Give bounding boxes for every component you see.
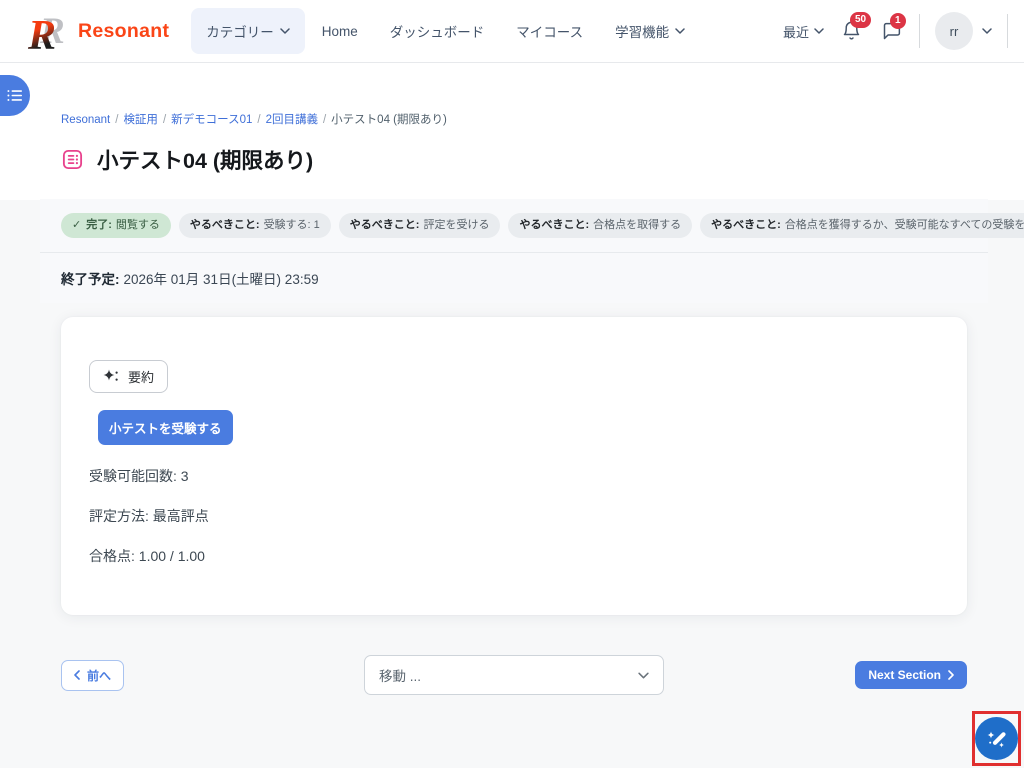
chevron-down-icon [982,28,992,34]
notifications-button[interactable]: 50 [839,20,864,42]
jump-to-select[interactable]: 移動 ... [364,655,664,695]
todo-badge-pass-or-exhaust: やるべきこと:合格点を獲得するか、受験可能なすべての受験を完了する [700,213,1024,238]
chevron-down-icon [814,28,824,34]
breadcrumb-link-category[interactable]: 検証用 [123,114,158,126]
chevron-down-icon [280,28,290,34]
activity-info-band: ✓ 完了:閲覧する やるべきこと:受験する: 1 やるべきこと:評定を受ける や… [40,199,988,303]
primary-nav: カテゴリー Home ダッシュボード マイコース 学習機能 [191,8,700,54]
message-count-badge: 1 [890,13,906,29]
open-course-index-button[interactable] [0,75,30,116]
todo-badge-passing-grade: やるべきこと:合格点を取得する [508,213,692,238]
nav-item-dashboard[interactable]: ダッシュボード [375,8,500,54]
svg-text:R: R [27,13,56,54]
check-icon: ✓ [72,219,81,232]
notification-count-badge: 50 [850,12,871,28]
chevron-right-icon [948,670,954,680]
ai-summary-button[interactable]: 要約 [89,360,168,393]
recent-dropdown[interactable]: 最近 [783,22,824,41]
chevron-left-icon [74,670,80,680]
activity-footer-nav: 前へ 移動 ... Next Section [61,655,967,695]
messages-button[interactable]: 1 [879,21,904,42]
todo-badge-grade: やるべきこと:評定を受ける [339,213,501,238]
attempt-quiz-button[interactable]: 小テストを受験する [98,410,233,445]
breadcrumb-link-section[interactable]: 2回目講義 [266,114,318,126]
nav-item-categories[interactable]: カテゴリー [191,8,305,54]
nav-item-mycourses[interactable]: マイコース [501,8,598,54]
todo-badge-attempt: やるべきこと:受験する: 1 [179,213,331,238]
breadcrumb-link-course[interactable]: 新デモコース01 [171,114,252,126]
breadcrumb-link-home[interactable]: Resonant [61,114,110,126]
quiz-card: 要約 小テストを受験する 受験可能回数: 3 評定方法: 最高評点 合格点: 1… [61,317,967,615]
breadcrumb-current: 小テスト04 (期限あり) [331,114,447,126]
completion-badges-row: ✓ 完了:閲覧する やるべきこと:受験する: 1 やるべきこと:評定を受ける や… [40,199,988,252]
deadline-value: 2026年 01月 31日(土曜日) 23:59 [124,272,319,287]
brand-mark-icon: R R [27,8,69,54]
grading-method: 評定方法: 最高評点 [89,506,939,526]
annotation-highlight [972,711,1021,766]
completion-badge-done: ✓ 完了:閲覧する [61,213,171,238]
brand-name: Resonant [78,20,169,43]
divider [1007,14,1008,48]
magic-wand-icon [984,726,1010,752]
main-content: Resonant/検証用/新デモコース01/2回目講義/小テスト04 (期限あり… [0,111,1024,695]
divider [919,14,920,48]
brand-logo[interactable]: R R Resonant [27,8,169,54]
avatar: rr [935,12,973,50]
sparkle-icon [103,369,120,384]
attempts-allowed: 受験可能回数: 3 [89,466,939,486]
quiz-info: 受験可能回数: 3 評定方法: 最高評点 合格点: 1.00 / 1.00 [89,466,939,566]
breadcrumb: Resonant/検証用/新デモコース01/2回目講義/小テスト04 (期限あり… [61,111,967,127]
chevron-down-icon [675,28,685,34]
quiz-icon [61,148,84,171]
nav-item-learning-features[interactable]: 学習機能 [600,8,700,54]
deadline-label: 終了予定: [61,272,120,287]
title-row: 小テスト04 (期限あり) [61,144,967,175]
next-section-button[interactable]: Next Section [855,661,967,689]
navbar: R R Resonant カテゴリー Home ダッシュボード マイコース 学習… [0,0,1024,63]
user-menu[interactable]: rr [935,12,992,50]
nav-item-home[interactable]: Home [307,11,373,52]
page-title: 小テスト04 (期限あり) [97,144,313,175]
grade-to-pass: 合格点: 1.00 / 1.00 [89,546,939,566]
chevron-down-icon [638,672,649,679]
deadline-row: 終了予定: 2026年 01月 31日(土曜日) 23:59 [40,253,988,303]
prev-button[interactable]: 前へ [61,660,124,691]
list-icon [7,88,23,103]
ai-assistant-fab[interactable] [975,717,1018,760]
